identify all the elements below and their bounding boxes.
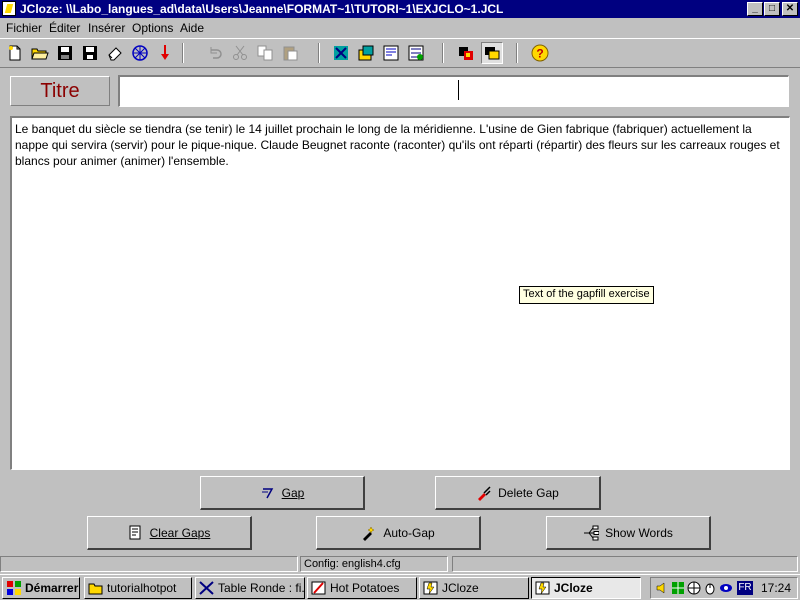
maximize-button[interactable]: □: [764, 2, 780, 16]
hint-toggle-icon[interactable]: [481, 42, 503, 64]
menu-aide[interactable]: Aide: [180, 21, 204, 35]
paste-icon[interactable]: [281, 44, 299, 62]
speaker-icon[interactable]: [655, 581, 669, 595]
config-icon[interactable]: [332, 44, 350, 62]
undo-icon[interactable]: [206, 44, 224, 62]
status-panel-right: [452, 556, 798, 572]
window-title-bar[interactable]: JCloze: \\Labo_langues_ad\data\Users\Jea…: [0, 0, 800, 18]
clear-gaps-button-label: Clear Gaps: [149, 525, 211, 540]
text-caret: [458, 80, 459, 100]
task-hot-potatoes[interactable]: Hot Potatoes: [307, 577, 417, 599]
system-tray: FR 17:24: [650, 577, 798, 599]
exercise-text: Le banquet du siècle se tiendra (se teni…: [15, 122, 780, 168]
hot-potatoes-app-icon: [311, 581, 326, 595]
window-title: JCloze: \\Labo_langues_ad\data\Users\Jea…: [20, 2, 504, 16]
task-label: JCloze: [554, 581, 593, 595]
show-words-icon: [584, 525, 600, 540]
show-words-button[interactable]: Show Words: [546, 516, 711, 550]
task-jcloze[interactable]: JCloze: [419, 577, 529, 599]
delete-gap-button[interactable]: Delete Gap: [435, 476, 601, 510]
toolbar-separator: [442, 43, 444, 63]
task-label: JCloze: [442, 581, 479, 595]
toolbar-separator: [182, 43, 184, 63]
open-folder-icon[interactable]: [31, 44, 49, 62]
folder-icon: [88, 583, 103, 595]
table-ronde-icon: [199, 581, 214, 595]
network-icon[interactable]: [671, 581, 685, 595]
auto-gap-icon: [363, 525, 375, 541]
menu-fichier[interactable]: Fichier: [6, 21, 42, 35]
menu-bar: Fichier Éditer Insérer Options Aide: [0, 18, 800, 38]
task-label: Table Ronde : fi...: [218, 581, 305, 595]
eraser-icon[interactable]: [106, 44, 124, 62]
start-label: Démarrer: [25, 581, 79, 595]
menu-inserer[interactable]: Insérer: [88, 21, 125, 35]
cut-icon[interactable]: [231, 44, 249, 62]
toolbar-separator: [318, 43, 320, 63]
titre-input[interactable]: [118, 75, 789, 107]
eye-icon[interactable]: [719, 581, 733, 595]
settings-icon[interactable]: [457, 44, 475, 62]
save-icon[interactable]: [56, 44, 74, 62]
show-words-button-label: Show Words: [605, 525, 673, 540]
clear-gaps-icon: [129, 525, 141, 539]
svg-text:?: ?: [536, 47, 543, 61]
clock: 17:24: [760, 581, 791, 595]
taskbar: Démarrer tutorialhotpot Table Ronde : fi…: [0, 574, 800, 600]
task-jcloze-active[interactable]: JCloze: [531, 577, 641, 599]
web-page-icon[interactable]: [382, 44, 400, 62]
auto-gap-button-label: Auto-Gap: [383, 525, 435, 540]
windows-logo-icon: [7, 581, 21, 595]
task-label: Hot Potatoes: [330, 581, 400, 595]
new-file-icon[interactable]: [6, 44, 24, 62]
jcloze-icon: [535, 581, 550, 595]
jcloze-icon: [423, 581, 438, 595]
status-bar: Config: english4.cfg: [0, 555, 800, 573]
task-label: tutorialhotpot: [107, 581, 177, 595]
menu-editer[interactable]: Éditer: [49, 21, 80, 35]
save-as-icon[interactable]: [81, 44, 99, 62]
close-button[interactable]: ✕: [782, 2, 798, 16]
exercise-tooltip: Text of the gapfill exercise: [519, 286, 654, 304]
globe-icon[interactable]: [687, 581, 701, 595]
task-table-ronde[interactable]: Table Ronde : fi...: [195, 577, 305, 599]
clear-gaps-button[interactable]: Clear Gaps: [87, 516, 252, 550]
delete-gap-icon: [478, 485, 491, 501]
start-button[interactable]: Démarrer: [2, 577, 80, 599]
config-status: Config: english4.cfg: [300, 556, 448, 572]
auto-gap-button[interactable]: Auto-Gap: [316, 516, 481, 550]
arrow-down-icon[interactable]: [156, 44, 174, 62]
language-indicator[interactable]: FR: [737, 581, 753, 595]
hot-potatoes-icon[interactable]: [407, 44, 425, 62]
jcloze-app-icon: [2, 1, 16, 16]
toolbar-separator: [516, 43, 518, 63]
web-export-icon[interactable]: [131, 44, 149, 62]
toolbar: ?: [0, 38, 800, 68]
gap-button-label: Gap: [281, 485, 305, 500]
minimize-button[interactable]: _: [747, 2, 763, 16]
image-icon[interactable]: [357, 44, 375, 62]
gap-icon: [261, 487, 273, 498]
task-tutorialhotpot[interactable]: tutorialhotpot: [84, 577, 192, 599]
delete-gap-button-label: Delete Gap: [498, 485, 559, 500]
titre-label: Titre: [10, 76, 110, 106]
status-panel-left: [0, 556, 298, 572]
mouse-icon[interactable]: [703, 581, 717, 595]
copy-icon[interactable]: [256, 44, 274, 62]
gap-button[interactable]: Gap: [200, 476, 365, 510]
exercise-text-area[interactable]: Le banquet du siècle se tiendra (se teni…: [10, 116, 790, 470]
help-icon[interactable]: ?: [531, 44, 549, 62]
menu-options[interactable]: Options: [132, 21, 173, 35]
